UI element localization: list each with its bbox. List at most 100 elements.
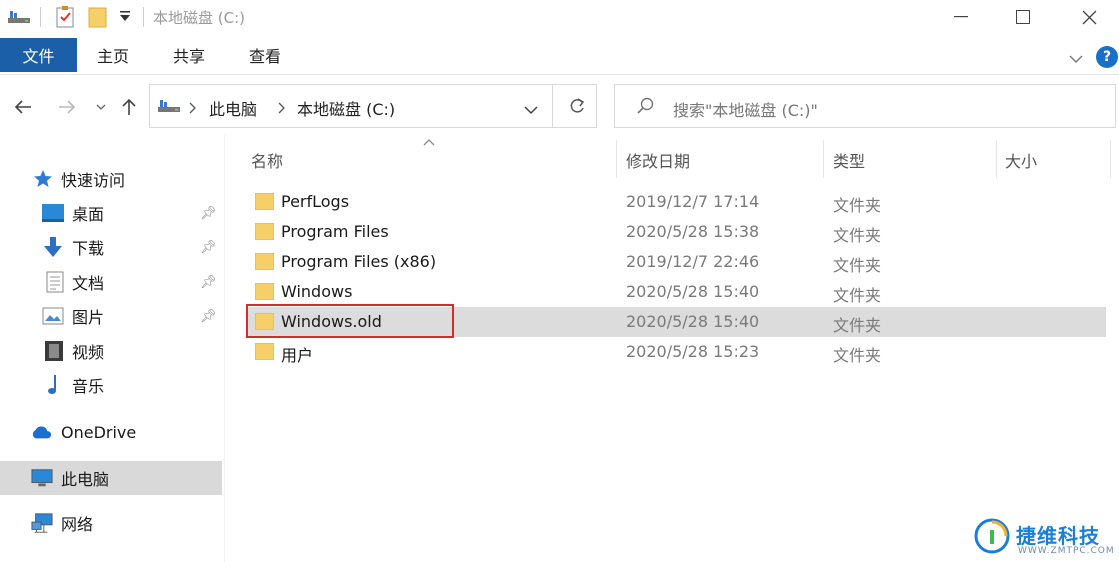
pin-icon[interactable]: 📌︎ (200, 206, 217, 221)
table-row[interactable]: Program Files (x86) 2019/12/7 22:46 文件夹 (248, 247, 1106, 277)
maximize-button[interactable] (993, 0, 1053, 34)
sidebar-item-desktop[interactable]: 桌面 📌︎ (0, 196, 222, 230)
file-type: 文件夹 (833, 346, 882, 365)
properties-icon[interactable] (56, 6, 76, 32)
breadcrumb-this-pc[interactable]: 此电脑 (209, 96, 257, 120)
tab-share[interactable]: 共享 (173, 38, 205, 72)
network-icon (31, 512, 53, 534)
column-separator[interactable] (996, 140, 997, 178)
watermark-brand: 捷维科技 (1016, 524, 1100, 548)
address-divider (552, 85, 553, 127)
sidebar-item-label: 下载 (72, 239, 105, 258)
sidebar-item-label: 文档 (72, 274, 105, 293)
sidebar-item-videos[interactable]: 视频 (0, 334, 222, 368)
address-history-dropdown-icon[interactable] (524, 101, 538, 119)
folder-icon (254, 252, 275, 271)
customize-quick-access-icon[interactable] (118, 8, 132, 28)
table-row[interactable]: PerfLogs 2019/12/7 17:14 文件夹 (248, 187, 1106, 217)
video-icon (43, 340, 65, 362)
back-button[interactable] (12, 92, 34, 122)
sidebar-item-this-pc[interactable]: 此电脑 (0, 461, 222, 495)
sidebar-item-label: 图片 (72, 308, 105, 327)
file-type: 文件夹 (833, 286, 882, 305)
table-row[interactable]: Program Files 2020/5/28 15:38 文件夹 (248, 217, 1106, 247)
file-name: PerfLogs (281, 192, 350, 211)
file-name: Program Files (x86) (281, 252, 437, 271)
table-row[interactable]: 用户 2020/5/28 15:23 文件夹 (248, 337, 1106, 367)
tab-file[interactable]: 文件 (0, 38, 77, 72)
column-header-modified[interactable]: 修改日期 (626, 148, 690, 172)
watermark-logo-icon (974, 518, 1010, 558)
breadcrumb-chevron-icon[interactable] (188, 100, 196, 118)
file-modified: 2020/5/28 15:40 (626, 282, 760, 301)
forward-button[interactable] (56, 92, 78, 122)
breadcrumb-local-disk[interactable]: 本地磁盘 (C:) (297, 96, 395, 120)
document-icon (44, 271, 66, 293)
file-name: 用户 (281, 346, 314, 365)
sidebar-item-network[interactable]: 网络 (0, 506, 222, 540)
column-header-type[interactable]: 类型 (833, 148, 865, 172)
pin-icon[interactable]: 📌︎ (200, 275, 217, 290)
column-header-name[interactable]: 名称 (251, 148, 283, 172)
ribbon-tabs: 文件 主页 共享 查看 ? (0, 38, 1119, 72)
pin-icon[interactable]: 📌︎ (200, 240, 217, 255)
search-input[interactable]: 搜索"本地磁盘 (C:)" (614, 84, 1116, 128)
search-placeholder: 搜索"本地磁盘 (C:)" (673, 101, 818, 120)
sidebar-item-label: 桌面 (72, 205, 105, 224)
file-name: Windows (281, 282, 353, 301)
computer-icon (31, 467, 53, 489)
sidebar-item-downloads[interactable]: 下载 📌︎ (0, 230, 222, 264)
breadcrumb-chevron-icon[interactable] (277, 100, 285, 118)
tab-home[interactable]: 主页 (97, 38, 129, 72)
onedrive-cloud-icon (30, 421, 52, 443)
title-separator-2 (143, 7, 144, 27)
sidebar-item-label: 此电脑 (61, 470, 110, 489)
minimize-button[interactable] (931, 0, 991, 34)
column-separator[interactable] (1110, 140, 1111, 178)
help-icon[interactable]: ? (1096, 46, 1118, 68)
address-bar[interactable]: 此电脑 本地磁盘 (C:) (149, 84, 597, 128)
file-modified: 2019/12/7 22:46 (626, 252, 760, 271)
sidebar-item-onedrive[interactable]: OneDrive (0, 415, 222, 449)
sidebar-item-label: OneDrive (61, 422, 137, 442)
expand-ribbon-icon[interactable] (1069, 50, 1083, 68)
sidebar-item-label: 网络 (61, 515, 94, 534)
table-row[interactable]: Windows 2020/5/28 15:40 文件夹 (248, 277, 1106, 307)
pin-icon[interactable]: 📌︎ (200, 309, 217, 324)
close-button[interactable] (1059, 0, 1119, 34)
file-type: 文件夹 (833, 316, 882, 335)
column-header-size[interactable]: 大小 (1005, 148, 1037, 172)
drive-icon (158, 99, 180, 117)
file-type: 文件夹 (833, 226, 882, 245)
download-icon (42, 236, 64, 258)
navigation-pane: 快速访问 桌面 📌︎ 下载 📌︎ 文档 📌︎ 图片 📌︎ 视频 音乐 OneDr… (0, 135, 222, 562)
refresh-icon[interactable] (568, 97, 586, 119)
sidebar-item-documents[interactable]: 文档 📌︎ (0, 265, 222, 299)
sidebar-item-quick-access[interactable]: 快速访问 (0, 162, 222, 196)
tab-view[interactable]: 查看 (249, 38, 281, 72)
column-separator[interactable] (616, 140, 617, 178)
watermark-domain: WWW.ZMTPC.COM (1018, 546, 1115, 556)
folder-icon (254, 282, 275, 301)
file-modified: 2020/5/28 15:40 (626, 312, 760, 331)
folder-icon (254, 192, 275, 211)
window-title: 本地磁盘 (C:) (153, 9, 245, 27)
sidebar-item-music[interactable]: 音乐 (0, 368, 222, 402)
up-button[interactable] (118, 92, 140, 122)
column-separator[interactable] (823, 140, 824, 178)
recent-locations-button[interactable] (94, 92, 108, 122)
sidebar-item-pictures[interactable]: 图片 📌︎ (0, 299, 222, 333)
search-icon (637, 97, 655, 119)
pictures-icon (42, 305, 64, 327)
pane-divider[interactable] (224, 135, 225, 562)
drive-icon[interactable] (8, 10, 30, 28)
folder-icon (254, 222, 275, 241)
file-modified: 2020/5/28 15:23 (626, 342, 760, 361)
sidebar-item-label: 快速访问 (61, 171, 126, 190)
file-type: 文件夹 (833, 256, 882, 275)
file-name: Program Files (281, 222, 389, 241)
file-modified: 2020/5/28 15:38 (626, 222, 760, 241)
new-folder-icon[interactable] (88, 6, 108, 32)
title-bar: 本地磁盘 (C:) (0, 0, 1119, 36)
desktop-icon (42, 202, 64, 224)
